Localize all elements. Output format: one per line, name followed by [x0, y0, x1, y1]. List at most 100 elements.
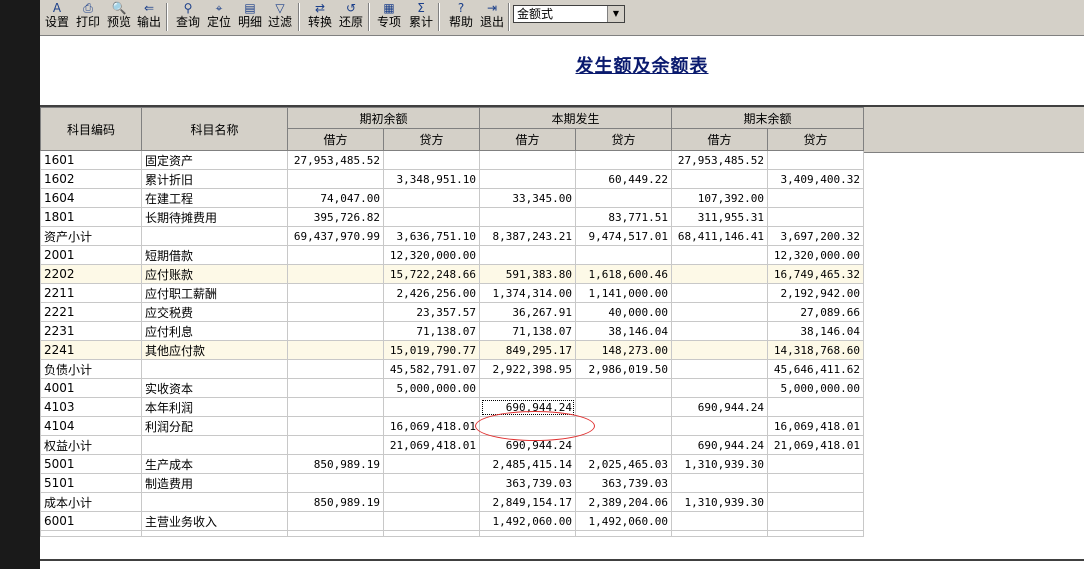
cell-name[interactable]: 应付职工薪酬 — [141, 283, 288, 303]
cell-amount-cc[interactable] — [575, 435, 672, 455]
cell-amount-cd[interactable]: 2,922,398.95 — [479, 359, 576, 379]
cell-amount-oc[interactable]: 23,357.57 — [383, 302, 480, 322]
toolbar-button-10[interactable]: ▦ 专项 — [374, 1, 404, 33]
cell-amount-ed[interactable]: 107,392.00 — [671, 188, 768, 208]
cell-amount-od[interactable] — [287, 264, 384, 284]
cell-amount-cc[interactable]: 60,449.22 — [575, 169, 672, 189]
cell-amount-cc[interactable]: 2,025,465.03 — [575, 454, 672, 474]
table-row[interactable]: 2211 应付职工薪酬 2,426,256.00 1,374,314.00 1,141,… — [40, 283, 864, 303]
cell-amount-oc[interactable] — [383, 397, 480, 417]
toolbar-button-12[interactable]: ? 帮助 — [446, 1, 476, 33]
cell-amount-ed[interactable] — [671, 169, 768, 189]
cell-amount-ed[interactable]: 1,310,939.30 — [671, 454, 768, 474]
cell-amount-od[interactable] — [287, 321, 384, 341]
cell-name[interactable]: 利润分配 — [141, 416, 288, 436]
cell-amount-cc[interactable]: 1,141,000.00 — [575, 283, 672, 303]
cell-amount-od[interactable] — [287, 359, 384, 379]
cell-amount-cc[interactable]: 148,273.00 — [575, 340, 672, 360]
table-row[interactable]: 5101 制造费用 363,739.03 363,739.03 — [40, 473, 864, 493]
table-row[interactable]: 5001 生产成本 850,989.19 2,485,415.14 2,025,465.… — [40, 454, 864, 474]
cell-name[interactable]: 短期借款 — [141, 245, 288, 265]
col-header-name[interactable]: 科目名称 — [141, 107, 288, 151]
toolbar-button-6[interactable]: ▤ 明细 — [235, 1, 265, 33]
cell-amount-oc[interactable]: 3,636,751.10 — [383, 226, 480, 246]
cell-amount-ed[interactable] — [671, 416, 768, 436]
cell-amount-oc[interactable]: 71,138.07 — [383, 321, 480, 341]
cell-name[interactable]: 应付利息 — [141, 321, 288, 341]
cell-amount-oc[interactable] — [383, 492, 480, 512]
col-header-opening-debit[interactable]: 借方 — [287, 128, 384, 151]
cell-amount-cc[interactable] — [575, 397, 672, 417]
cell-code[interactable]: 1801 — [40, 207, 142, 227]
cell-amount-cd[interactable]: 363,739.03 — [479, 473, 576, 493]
cell-amount-cd[interactable] — [479, 169, 576, 189]
cell-amount-oc[interactable]: 5,000,000.00 — [383, 378, 480, 398]
cell-amount-cd[interactable]: 690,944.24 — [479, 435, 576, 455]
cell-amount-oc[interactable]: 12,320,000.00 — [383, 245, 480, 265]
cell-amount-ed[interactable] — [671, 321, 768, 341]
cell-amount-cd[interactable]: 1,492,060.00 — [479, 511, 576, 531]
cell-name[interactable] — [141, 226, 288, 246]
cell-amount-cc[interactable]: 2,389,204.06 — [575, 492, 672, 512]
cell-amount-cc[interactable] — [575, 378, 672, 398]
cell-amount-cc[interactable]: 363,739.03 — [575, 473, 672, 493]
cell-amount-cd[interactable]: 36,267.91 — [479, 302, 576, 322]
cell-code[interactable]: 5101 — [40, 473, 142, 493]
cell-code[interactable]: 权益小计 — [40, 435, 142, 455]
cell-amount-od[interactable] — [287, 416, 384, 436]
cell-amount-cc[interactable]: 83,771.51 — [575, 207, 672, 227]
table-row[interactable]: 1801 长期待摊费用 395,726.82 83,771.51 311,955.31 — [40, 207, 864, 227]
table-row[interactable]: 1604 在建工程 74,047.00 33,345.00 107,392.00 — [40, 188, 864, 208]
cell-amount-ec[interactable] — [767, 454, 864, 474]
cell-amount-cd[interactable] — [479, 378, 576, 398]
cell-amount-od[interactable] — [287, 511, 384, 531]
cell-amount-od[interactable]: 74,047.00 — [287, 188, 384, 208]
cell-amount-ed[interactable] — [671, 473, 768, 493]
cell-amount-oc[interactable]: 15,019,790.77 — [383, 340, 480, 360]
cell-amount-ec[interactable]: 12,320,000.00 — [767, 245, 864, 265]
toolbar-button-9[interactable]: ↺ 还原 — [336, 1, 366, 33]
cell-amount-od[interactable] — [287, 435, 384, 455]
table-row[interactable]: 权益小计 21,069,418.01 690,944.24 690,944.24 21,… — [40, 435, 864, 455]
cell-code[interactable]: 负债小计 — [40, 359, 142, 379]
cell-amount-oc[interactable] — [383, 188, 480, 208]
cell-code[interactable]: 4001 — [40, 378, 142, 398]
toolbar-button-11[interactable]: Σ 累计 — [406, 1, 436, 33]
cell-name[interactable]: 生产成本 — [141, 454, 288, 474]
cell-amount-ec[interactable] — [767, 492, 864, 512]
cell-amount-od[interactable] — [287, 169, 384, 189]
cell-name[interactable]: 制造费用 — [141, 473, 288, 493]
col-header-code[interactable]: 科目编码 — [40, 107, 142, 151]
cell-amount-cc[interactable] — [575, 188, 672, 208]
cell-amount-cc[interactable]: 40,000.00 — [575, 302, 672, 322]
cell-amount-ec[interactable]: 14,318,768.60 — [767, 340, 864, 360]
cell-amount-cc[interactable]: 9,474,517.01 — [575, 226, 672, 246]
cell-amount-ed[interactable]: 311,955.31 — [671, 207, 768, 227]
cell-amount-ec[interactable]: 16,749,465.32 — [767, 264, 864, 284]
cell-name[interactable]: 主营业务收入 — [141, 511, 288, 531]
toolbar-button-1[interactable]: ⎙ 打印 — [73, 1, 103, 33]
table-row[interactable]: 1601 固定资产 27,953,485.52 27,953,485.52 — [40, 150, 864, 170]
cell-amount-cc[interactable] — [575, 150, 672, 170]
cell-amount-cd[interactable]: 2,849,154.17 — [479, 492, 576, 512]
cell-amount-ed[interactable] — [671, 511, 768, 531]
cell-amount-ed[interactable] — [671, 283, 768, 303]
table-row[interactable]: 资产小计 69,437,970.99 3,636,751.10 8,387,243.2… — [40, 226, 864, 246]
cell-amount-ed[interactable]: 68,411,146.41 — [671, 226, 768, 246]
cell-code[interactable]: 1601 — [40, 150, 142, 170]
cell-amount-od[interactable] — [287, 302, 384, 322]
cell-amount-oc[interactable]: 3,348,951.10 — [383, 169, 480, 189]
cell-name[interactable]: 累计折旧 — [141, 169, 288, 189]
toolbar-button-0[interactable]: A 设置 — [42, 1, 72, 33]
cell-amount-oc[interactable]: 2,426,256.00 — [383, 283, 480, 303]
cell-code[interactable]: 1602 — [40, 169, 142, 189]
cell-amount-ec[interactable]: 45,646,411.62 — [767, 359, 864, 379]
cell-amount-ec[interactable]: 27,089.66 — [767, 302, 864, 322]
cell-amount-cc[interactable]: 1,618,600.46 — [575, 264, 672, 284]
cell-amount-ed[interactable] — [671, 378, 768, 398]
cell-amount-od[interactable]: 850,989.19 — [287, 492, 384, 512]
cell-amount-ec[interactable]: 38,146.04 — [767, 321, 864, 341]
cell-code[interactable]: 4104 — [40, 416, 142, 436]
cell-amount-ec[interactable]: 3,409,400.32 — [767, 169, 864, 189]
cell-amount-cd[interactable]: 591,383.80 — [479, 264, 576, 284]
